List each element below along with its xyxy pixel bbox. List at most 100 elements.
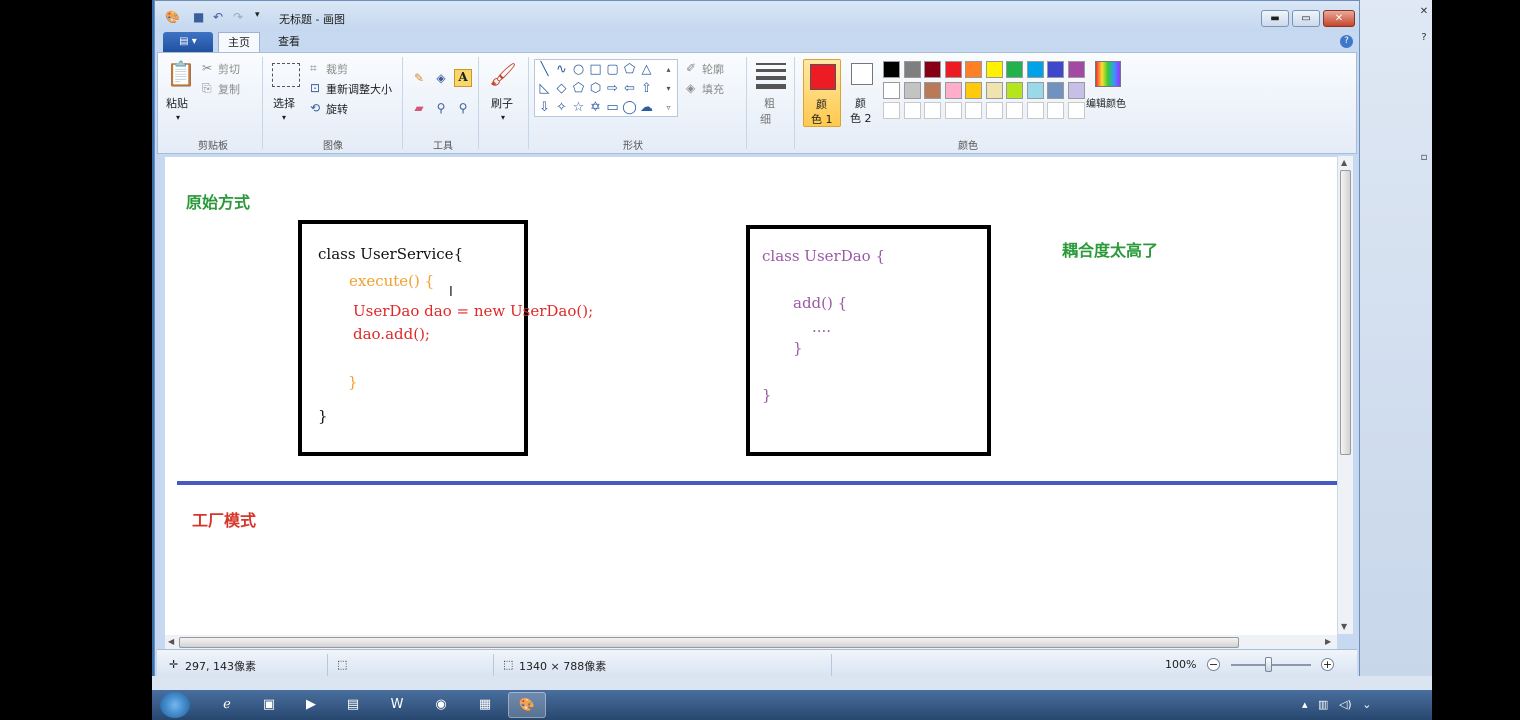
palette-swatch[interactable] — [965, 81, 982, 99]
customize-quick-access-icon[interactable]: ▾ — [255, 10, 260, 20]
scroll-left-icon[interactable]: ◀ — [168, 637, 174, 646]
ie-icon[interactable]: ℯ — [208, 692, 246, 718]
up-arrow-shape-icon[interactable]: ⇧ — [639, 81, 654, 96]
right-triangle-shape-icon[interactable]: ◺ — [537, 81, 552, 96]
chevron-down-icon[interactable]: ▾ — [282, 111, 286, 125]
outline-icon[interactable]: ✐ — [686, 61, 696, 75]
palette-swatch[interactable] — [985, 81, 1003, 99]
copy-icon[interactable]: ⎘ — [202, 81, 212, 95]
resize-button[interactable]: 重新调整大小 — [326, 81, 392, 97]
outline-button[interactable]: 轮廓 — [702, 61, 724, 77]
edit-colors-icon[interactable] — [1095, 61, 1121, 87]
close-button[interactable]: ✕ — [1323, 10, 1355, 27]
vertical-scrollbar[interactable]: ▲ ▼ — [1338, 156, 1353, 634]
rounded-rectangle-shape-icon[interactable]: ▢ — [605, 62, 620, 77]
horizontal-scrollbar[interactable]: ◀ ▶ — [165, 635, 1337, 649]
media-player-icon[interactable]: ▶ — [292, 692, 330, 718]
custom-color-slot[interactable] — [1047, 102, 1064, 119]
eraser-icon[interactable]: ▰ — [410, 101, 428, 115]
chrome-icon[interactable]: ◉ — [422, 692, 460, 718]
right-arrow-shape-icon[interactable]: ⇨ — [605, 81, 620, 96]
paste-icon[interactable]: 📋 — [166, 59, 196, 89]
expand-gallery-icon[interactable]: ▿ — [661, 100, 676, 115]
palette-swatch[interactable] — [1047, 81, 1064, 99]
palette-swatch[interactable] — [985, 61, 1003, 78]
palette-swatch[interactable] — [924, 61, 941, 78]
custom-color-slot[interactable] — [924, 102, 941, 119]
four-point-star-shape-icon[interactable]: ✧ — [554, 100, 569, 115]
select-icon[interactable] — [272, 63, 300, 87]
palette-swatch[interactable] — [883, 61, 900, 78]
palette-swatch[interactable] — [1026, 81, 1044, 99]
chevron-down-icon[interactable]: ▾ — [661, 81, 676, 96]
zoom-in-button[interactable]: + — [1321, 658, 1334, 671]
minimize-button[interactable]: ▬ — [1261, 10, 1289, 27]
paste-button[interactable]: 粘贴 — [166, 95, 188, 111]
rectangle-shape-icon[interactable]: □ — [588, 62, 603, 77]
scroll-up-icon[interactable]: ▲ — [1341, 158, 1347, 167]
paint-menu-button[interactable]: ▤ ▾ — [163, 32, 213, 53]
redo-icon[interactable]: ↷ — [233, 10, 243, 24]
oval-callout-shape-icon[interactable]: ◯ — [622, 100, 637, 115]
palette-swatch[interactable] — [1006, 61, 1023, 78]
six-point-star-shape-icon[interactable]: ✡ — [588, 100, 603, 115]
volume-icon[interactable]: ◁) — [1339, 698, 1352, 711]
rotate-icon[interactable]: ⟲ — [310, 101, 320, 115]
triangle-shape-icon[interactable]: △ — [639, 62, 654, 77]
curve-shape-icon[interactable]: ∿ — [554, 62, 569, 77]
window-switch-icon[interactable]: ▦ — [466, 692, 504, 718]
zoom-slider-thumb[interactable] — [1265, 657, 1272, 672]
tab-home[interactable]: 主页 — [218, 32, 260, 53]
text-icon[interactable]: A — [454, 69, 472, 87]
resize-icon[interactable]: ⊡ — [310, 81, 320, 95]
copy-button[interactable]: 复制 — [218, 81, 240, 97]
scroll-down-icon[interactable]: ▼ — [1341, 622, 1347, 631]
line-shape-icon[interactable]: ╲ — [537, 62, 552, 77]
cloud-callout-shape-icon[interactable]: ☁ — [639, 100, 654, 115]
custom-color-slot[interactable] — [944, 102, 962, 119]
palette-swatch[interactable] — [1067, 81, 1085, 99]
vertical-scroll-thumb[interactable] — [1340, 170, 1351, 455]
chevron-down-icon[interactable]: ▾ — [501, 111, 505, 125]
maximize-button[interactable]: ▭ — [1292, 10, 1320, 27]
help-icon[interactable]: ? — [1340, 35, 1353, 48]
palette-swatch[interactable] — [924, 81, 941, 99]
hexagon-shape-icon[interactable]: ⬡ — [588, 81, 603, 96]
horizontal-scroll-thumb[interactable] — [179, 637, 1239, 648]
magnifier-icon[interactable]: ⚲ — [454, 101, 472, 115]
palette-swatch[interactable] — [944, 81, 962, 99]
save-icon[interactable]: ■ — [193, 10, 204, 24]
network-icon[interactable]: ▥ — [1318, 698, 1328, 711]
size-label-top[interactable]: 粗 — [764, 95, 775, 111]
polygon-shape-icon[interactable]: ⬠ — [622, 62, 637, 77]
drawing-canvas[interactable]: 原始方式 耦合度太高了 工厂模式 class UserService{ exec… — [165, 157, 1337, 635]
down-arrow-shape-icon[interactable]: ⇩ — [537, 100, 552, 115]
edit-colors-button[interactable]: 编辑颜色 — [1086, 95, 1126, 110]
size-label-bottom[interactable]: 细 — [760, 111, 771, 127]
tray-expand-icon[interactable]: ▴ — [1302, 698, 1308, 711]
tray-arrow-icon[interactable]: ⌄ — [1362, 698, 1371, 711]
brushes-button[interactable]: 刷子 — [491, 95, 513, 111]
palette-swatch[interactable] — [1006, 81, 1023, 99]
cut-button[interactable]: 剪切 — [218, 61, 240, 77]
crop-icon[interactable]: ⌗ — [310, 61, 317, 75]
fill-icon[interactable]: ◈ — [432, 71, 450, 85]
color2-button[interactable]: 颜 色 2 — [845, 59, 879, 127]
undo-icon[interactable]: ↶ — [213, 10, 223, 24]
chevron-down-icon[interactable]: ▾ — [176, 111, 180, 125]
start-button[interactable] — [160, 692, 190, 718]
fill-button[interactable]: 填充 — [702, 81, 724, 97]
paint-taskbar-button[interactable]: 🎨 — [508, 692, 546, 718]
custom-color-slot[interactable] — [985, 102, 1003, 119]
custom-color-slot[interactable] — [1067, 102, 1085, 119]
palette-swatch[interactable] — [1067, 61, 1085, 78]
select-button[interactable]: 选择 — [273, 95, 295, 111]
explorer-icon[interactable]: ▤ — [334, 692, 372, 718]
brush-icon[interactable]: 🖌 — [488, 61, 518, 91]
rotate-button[interactable]: 旋转 — [326, 101, 348, 117]
five-point-star-shape-icon[interactable]: ☆ — [571, 100, 586, 115]
pentagon-shape-icon[interactable]: ⬠ — [571, 81, 586, 96]
left-arrow-shape-icon[interactable]: ⇦ — [622, 81, 637, 96]
tab-view[interactable]: 查看 — [269, 32, 309, 53]
palette-swatch[interactable] — [944, 61, 962, 78]
